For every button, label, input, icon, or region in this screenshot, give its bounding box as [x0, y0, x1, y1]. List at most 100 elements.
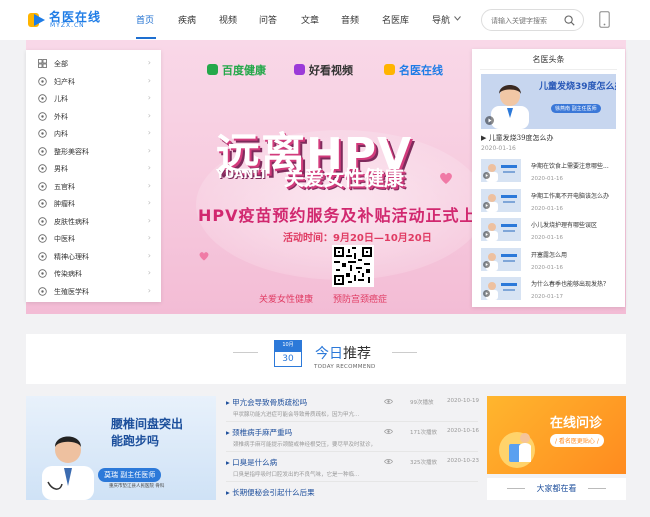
article-title[interactable]: ▸ 口臭是什么病 [226, 457, 277, 468]
headline-item[interactable]: 小儿发烧护理有哪些误区 2020-01-16 [481, 218, 621, 248]
online-consult-card[interactable]: 在线问诊 / 看名医更贴心 / [487, 396, 626, 474]
headline-thumbnail[interactable] [481, 218, 521, 241]
sidebar-item[interactable]: 中医科 › [26, 230, 161, 247]
headline-item[interactable]: 孕期工作离不开电脑该怎么办 2020-01-16 [481, 188, 621, 219]
brand-myzx-label: 名医在线 [399, 64, 443, 77]
sidebar-item-label: 精神心理科 [54, 252, 89, 261]
headline-title[interactable]: 小儿发烧护理有哪些误区 [531, 220, 621, 229]
chevron-right-icon: › [147, 145, 151, 155]
sidebar-item[interactable]: 精神心理科 › [26, 248, 161, 265]
chevron-right-icon: › [147, 198, 151, 207]
headline-item[interactable]: 为什么春季也能够出现发热？ 2020-01-17 [481, 277, 621, 307]
grid-icon [38, 59, 47, 68]
ear-icon [38, 181, 47, 191]
nav-home[interactable]: 首页 [136, 13, 154, 26]
headline-title[interactable]: 为什么春季也能够出现发热？ [531, 279, 621, 288]
feature-video-thumbnail[interactable]: 儿童发烧39度怎么办 徐燕南 副主任医师 [481, 74, 616, 129]
sidebar-item[interactable]: 传染病科 › [26, 265, 161, 282]
article-title[interactable]: ▸ 颈椎病手麻严重吗 [226, 427, 292, 438]
sidebar-item-label: 中医科 [54, 235, 75, 243]
article-title[interactable]: ▸ 长期便秘会引起什么后果 [226, 487, 315, 498]
banner-tagline: 关爱女性健康 [284, 166, 404, 190]
nav-audio[interactable]: 音频 [341, 13, 359, 26]
banner-headline: HPV疫苗预约服务及补贴活动正式上线 [198, 206, 494, 225]
article-date: 2020-10-19 [447, 398, 479, 404]
article-item[interactable]: ▸ 甲亢会导致骨质疏松吗 甲状腺功能亢进症可能会导致骨质疏松，因为甲亢... 99次… [226, 397, 479, 427]
sidebar-item[interactable]: 五官科 › [26, 178, 161, 195]
play-icon[interactable] [483, 290, 490, 297]
nav-videos[interactable]: 视频 [219, 13, 237, 26]
chevron-down-icon[interactable] [454, 16, 461, 21]
headlines-title: 名医头条 [532, 55, 565, 64]
sidebar-item-label: 肿瘤科 [54, 200, 75, 208]
banner-footer-right: 预防宫颈癌症 [333, 295, 388, 305]
recommend-subtitle: TODAY RECOMMEND [314, 364, 376, 370]
play-icon[interactable] [483, 172, 490, 179]
recommend-title: 今日推荐 [315, 343, 371, 363]
article-date: 2020-10-16 [447, 428, 479, 434]
play-icon[interactable] [485, 116, 494, 125]
sidebar-item[interactable]: 肿瘤科 › [26, 195, 161, 212]
article-item[interactable]: ▸ 口臭是什么病 口臭是指呼吸时口腔发出的不良气味，它是一种临... 325次播放 2… [226, 457, 479, 487]
sidebar-item[interactable]: 妇产科 › [26, 73, 161, 90]
nav-guide[interactable]: 导航 [432, 13, 450, 26]
promo-title-line1: 腰椎间盘突出 [111, 417, 184, 431]
search-input[interactable] [491, 14, 563, 27]
sidebar-item[interactable]: 儿科 › [26, 90, 161, 107]
article-item[interactable]: ▸ 长期便秘会引起什么后果 [226, 487, 478, 517]
article-item[interactable]: ▸ 颈椎病手麻严重吗颈椎病手麻可能提示颈髓或神经根受压，要尽早及时就诊，颈椎病.… [226, 427, 479, 457]
sidebar-item[interactable]: 外科 › [26, 108, 161, 125]
nav-doctors[interactable]: 名医库 [382, 13, 409, 26]
play-icon[interactable] [483, 260, 490, 268]
site-logo[interactable]: 名医在线 MYZX.CN [27, 8, 102, 32]
play-icon[interactable] [483, 201, 490, 209]
eye-icon [384, 399, 393, 404]
male-icon [38, 164, 47, 173]
nav-articles[interactable]: 文章 [301, 13, 319, 26]
divider [226, 421, 478, 422]
headline-title[interactable]: 孕期在饮食上需要注意哪些... [531, 161, 621, 170]
herb-icon [38, 234, 47, 243]
promo-video-card[interactable]: 腰椎间盘突出 能跑步吗 莫瑞 副主任医师 重庆市垫江县人民医院 骨科 [26, 396, 216, 500]
recommend-title-highlight: 今日 [315, 346, 343, 362]
headline-item[interactable]: 开塞露怎么用 2020-01-16 [481, 247, 621, 278]
headline-thumbnail[interactable] [481, 159, 521, 182]
headline-thumbnail[interactable] [481, 188, 521, 212]
mobile-phone-icon[interactable] [599, 11, 610, 28]
brain-icon [38, 251, 47, 261]
feature-caption[interactable]: ▶ 儿童发烧39度怎么办 [481, 133, 554, 143]
play-icon[interactable] [483, 231, 490, 238]
banner-pinyin: YUANLI [216, 167, 266, 181]
nav-diseases[interactable]: 疾病 [178, 13, 196, 26]
headline-thumbnail[interactable] [481, 277, 521, 300]
article-title[interactable]: ▸ 甲亢会导致骨质疏松吗 [226, 397, 307, 408]
chevron-right-icon: › [147, 250, 151, 260]
headline-date: 2020-01-16 [531, 205, 563, 212]
headline-thumbnail[interactable] [481, 247, 521, 271]
sidebar-item[interactable]: 皮肤性病科 › [26, 213, 161, 230]
consult-illustration [499, 432, 535, 468]
headline-item[interactable]: 孕期在饮食上需要注意哪些... 2020-01-16 [481, 159, 621, 189]
sidebar-item-label: 外科 [54, 112, 68, 121]
sidebar-item[interactable]: 男科 › [26, 160, 161, 177]
sidebar-item[interactable]: 整形美容科 › [26, 143, 161, 160]
female-icon [38, 76, 47, 86]
surgery-icon [38, 111, 47, 121]
nav-qa[interactable]: 问答 [259, 13, 277, 26]
baidu-health-icon [207, 64, 218, 75]
headline-date: 2020-01-16 [531, 176, 563, 182]
headline-title[interactable]: 开塞露怎么用 [531, 250, 621, 259]
qr-code-icon [334, 247, 372, 285]
article-title-text: 颈椎病手麻严重吗 [232, 428, 293, 437]
search-icon[interactable] [564, 15, 575, 26]
sidebar-item[interactable]: 内科 › [26, 125, 161, 142]
sidebar-item[interactable]: 生殖医学科 › [26, 283, 161, 300]
brand-haokan-label: 好看视频 [309, 64, 353, 77]
article-date: 2020-10-23 [447, 458, 479, 464]
divider [233, 352, 258, 353]
top-navigation-bar: 名医在线 MYZX.CN 首页 疾病 视频 问答 文章 音频 名医库 导航 [0, 0, 650, 40]
sidebar-item-label: 整形美容科 [54, 147, 89, 156]
headline-title[interactable]: 孕期工作离不开电脑该怎么办 [531, 191, 621, 200]
sidebar-item-label: 男科 [54, 165, 68, 173]
sidebar-item[interactable]: 全部 › [26, 55, 161, 72]
